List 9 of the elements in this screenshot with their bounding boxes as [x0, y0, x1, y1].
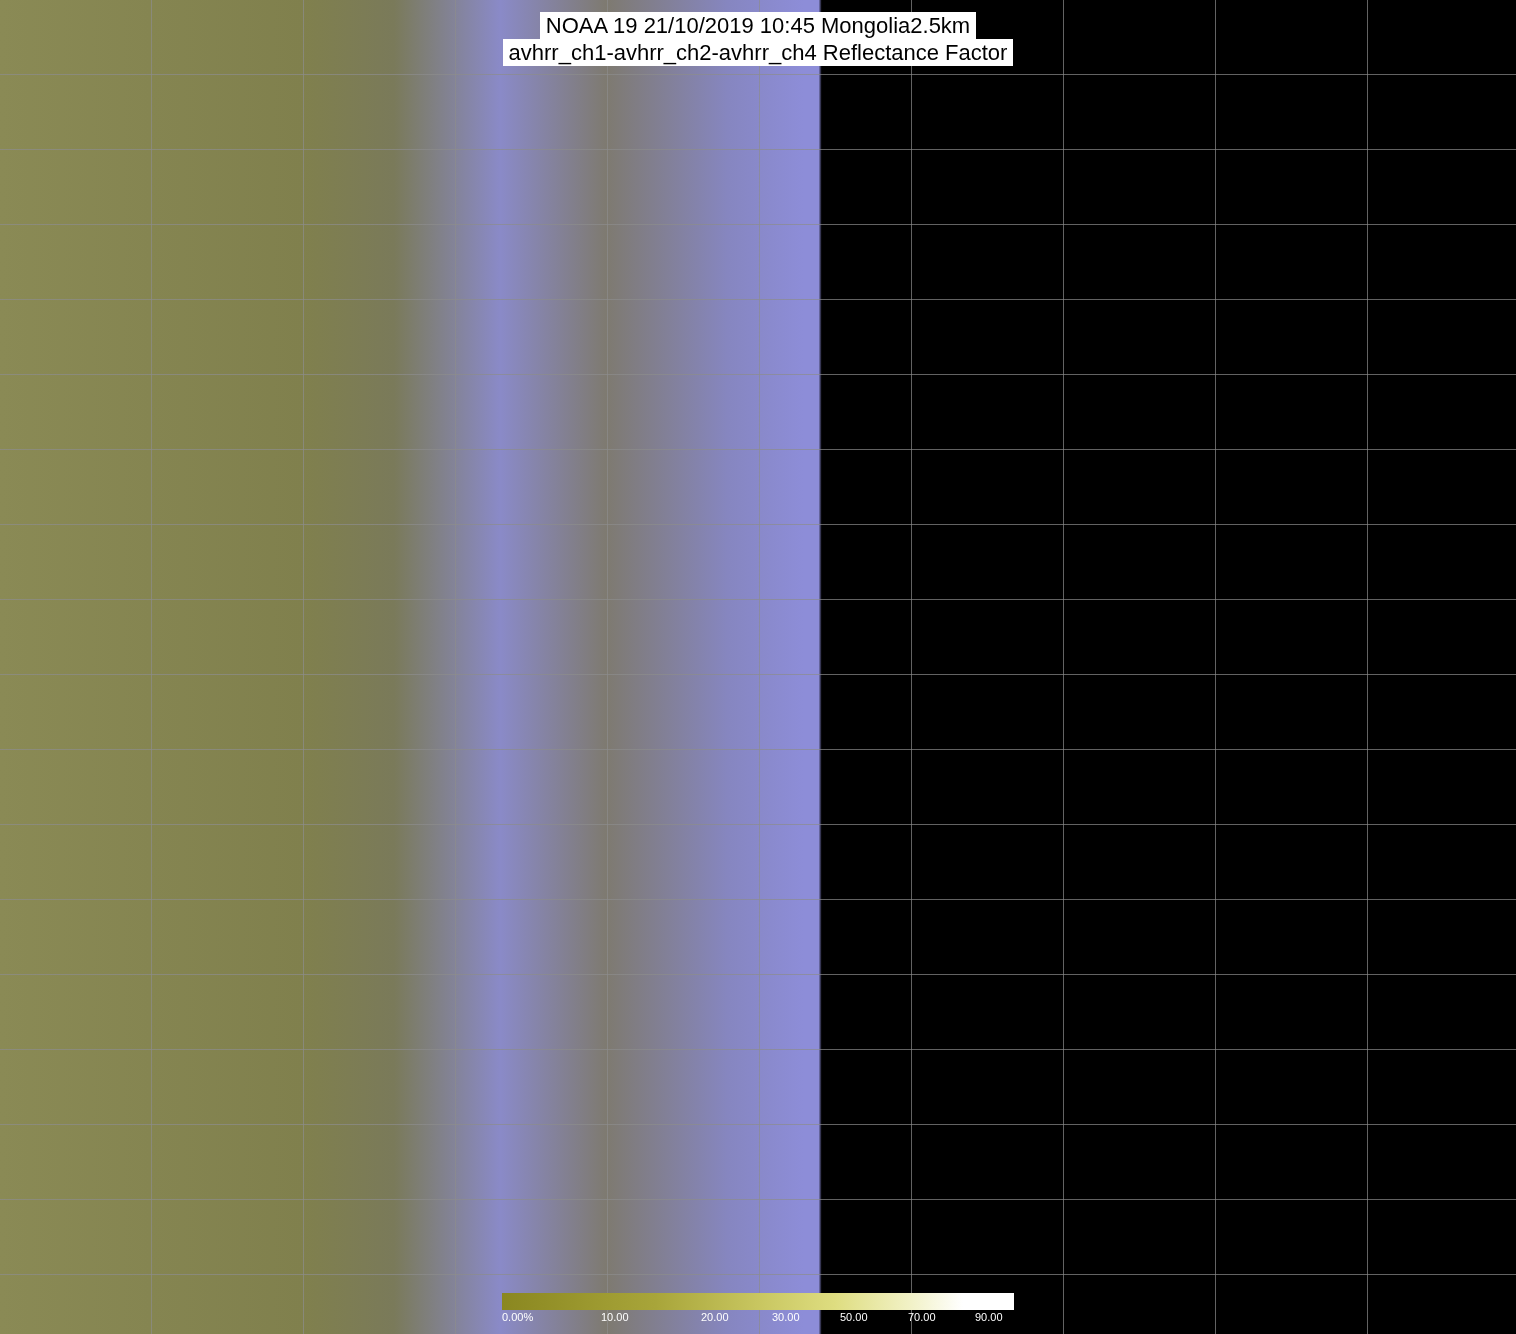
- colorbar-label: 90.00: [975, 1311, 1003, 1323]
- map-title: avhrr_ch1-avhrr_ch2-avhrr_ch4 Reflectance Factor: [502, 39, 1014, 66]
- colorbar-label: 20.00: [701, 1311, 729, 1323]
- colorbar-label: 70.00: [908, 1311, 936, 1323]
- colorbar-label: 10.00: [601, 1311, 629, 1323]
- colorbar-label: 0.00%: [502, 1311, 534, 1323]
- colorbar-label: 30.00: [772, 1311, 800, 1323]
- map-title: NOAA 19 21/10/2019 10:45 Mongolia2.5km: [539, 12, 977, 39]
- colorbar-label: 50.00: [840, 1311, 868, 1323]
